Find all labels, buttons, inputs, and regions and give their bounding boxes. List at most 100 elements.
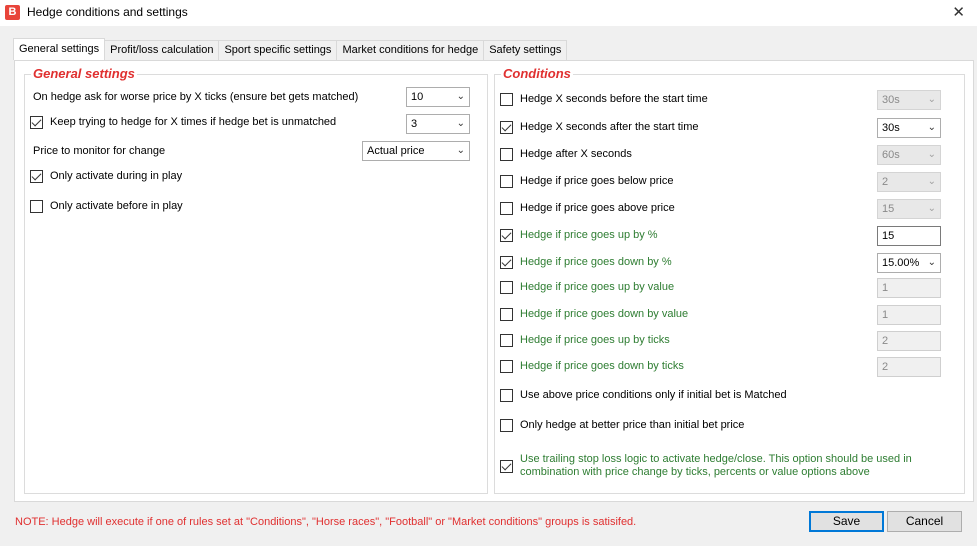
- condition-1-label: Hedge X seconds before the start time: [520, 93, 708, 105]
- condition-9-checkbox[interactable]: [500, 307, 513, 321]
- trailing-stop-checkbox[interactable]: [500, 459, 513, 473]
- condition-4-label: Hedge if price goes below price: [520, 175, 674, 187]
- only-in-play-row: Only activate during in play: [30, 166, 182, 186]
- condition-2-row: Hedge X seconds after the start time: [500, 117, 699, 137]
- condition-11-input: 2: [877, 357, 941, 377]
- tab-general-settings[interactable]: General settings: [13, 38, 106, 60]
- condition-5-checkbox[interactable]: [500, 201, 513, 215]
- worse-price-ticks-select[interactable]: 10 ⌄: [406, 87, 470, 107]
- condition-8-row: Hedge if price goes up by value: [500, 277, 674, 297]
- condition-10-row: Hedge if price goes up by ticks: [500, 330, 670, 350]
- condition-1-checkbox[interactable]: [500, 92, 513, 106]
- condition-4-value: 2: [882, 176, 889, 188]
- price-monitor-label: Price to monitor for change: [33, 145, 166, 157]
- trailing-stop-label-line2: combination with price change by ticks, …: [520, 466, 870, 478]
- condition-3-value: 60s: [882, 149, 900, 161]
- condition-7-checkbox[interactable]: [500, 255, 513, 269]
- condition-10-input: 2: [877, 331, 941, 351]
- condition-8-input: 1: [877, 278, 941, 298]
- condition-3-select: 60s ⌄: [877, 145, 941, 165]
- condition-9-row: Hedge if price goes down by value: [500, 304, 688, 324]
- condition-6-checkbox[interactable]: [500, 228, 513, 242]
- price-monitor-select[interactable]: Actual price ⌄: [362, 141, 470, 161]
- condition-4-row: Hedge if price goes below price: [500, 171, 673, 191]
- cancel-button[interactable]: Cancel: [887, 511, 962, 532]
- trailing-stop-row: Use trailing stop loss logic to activate…: [500, 453, 912, 479]
- keep-trying-label: Keep trying to hedge for X times if hedg…: [50, 116, 337, 128]
- condition-1-select: 30s ⌄: [877, 90, 941, 110]
- condition-1-row: Hedge X seconds before the start time: [500, 89, 708, 109]
- condition-11-label: Hedge if price goes down by ticks: [520, 360, 684, 372]
- condition-10-checkbox[interactable]: [500, 333, 513, 347]
- condition-6-input[interactable]: 15: [877, 226, 941, 246]
- condition-2-select[interactable]: 30s ⌄: [877, 118, 941, 138]
- condition-8-checkbox[interactable]: [500, 280, 513, 294]
- condition-4-checkbox[interactable]: [500, 174, 513, 188]
- condition-2-value: 30s: [882, 122, 900, 134]
- condition-6-row: Hedge if price goes up by %: [500, 225, 658, 245]
- tab-panel: General settings On hedge ask for worse …: [14, 60, 974, 502]
- condition-5-row: Hedge if price goes above price: [500, 198, 675, 218]
- worse-price-label: On hedge ask for worse price by X ticks …: [33, 91, 359, 103]
- condition-7-row: Hedge if price goes down by %: [500, 252, 672, 272]
- tab-sport-specific[interactable]: Sport specific settings: [218, 40, 338, 60]
- only-before-play-row: Only activate before in play: [30, 196, 183, 216]
- footer-note: NOTE: Hedge will execute if one of rules…: [15, 516, 637, 528]
- only-before-play-label: Only activate before in play: [50, 200, 183, 212]
- tab-strip: General settings Profit/loss calculation…: [13, 38, 568, 60]
- only-in-play-label: Only activate during in play: [50, 170, 183, 182]
- window-title: Hedge conditions and settings: [27, 5, 188, 19]
- keep-trying-times-select[interactable]: 3 ⌄: [406, 114, 470, 134]
- worse-price-ticks-value: 10: [411, 91, 424, 103]
- price-monitor-value: Actual price: [367, 145, 425, 157]
- keep-trying-checkbox[interactable]: [30, 115, 43, 129]
- chevron-down-icon: ⌄: [927, 257, 936, 268]
- condition-3-checkbox[interactable]: [500, 147, 513, 161]
- condition-10-label: Hedge if price goes up by ticks: [520, 334, 670, 346]
- tab-safety-settings[interactable]: Safety settings: [483, 40, 568, 60]
- worse-price-row: On hedge ask for worse price by X ticks …: [33, 87, 358, 107]
- condition-3-row: Hedge after X seconds: [500, 144, 632, 164]
- condition-9-label: Hedge if price goes down by value: [520, 308, 689, 320]
- close-icon[interactable]: ✕: [952, 3, 965, 21]
- tab-market-conditions[interactable]: Market conditions for hedge: [336, 40, 485, 60]
- tab-profit-loss[interactable]: Profit/loss calculation: [104, 40, 220, 60]
- condition-4-select: 2 ⌄: [877, 172, 941, 192]
- trailing-stop-label: Use trailing stop loss logic to activate…: [520, 453, 912, 479]
- condition-1-value: 30s: [882, 94, 900, 106]
- conditions-heading: Conditions: [501, 66, 573, 81]
- condition-11-checkbox[interactable]: [500, 359, 513, 373]
- keep-trying-row: Keep trying to hedge for X times if hedg…: [30, 112, 336, 132]
- better-price-row: Only hedge at better price than initial …: [500, 415, 744, 435]
- app-logo-icon: B: [5, 5, 20, 20]
- only-before-play-checkbox[interactable]: [30, 199, 43, 213]
- condition-5-select: 15 ⌄: [877, 199, 941, 219]
- chevron-down-icon: ⌄: [927, 122, 936, 133]
- matched-only-checkbox[interactable]: [500, 388, 513, 402]
- condition-6-label: Hedge if price goes up by %: [520, 229, 658, 241]
- condition-2-label: Hedge X seconds after the start time: [520, 121, 699, 133]
- chevron-down-icon: ⌄: [927, 94, 936, 105]
- matched-only-row: Use above price conditions only if initi…: [500, 385, 787, 405]
- condition-7-value: 15.00%: [882, 257, 920, 269]
- condition-2-checkbox[interactable]: [500, 120, 513, 134]
- condition-7-label: Hedge if price goes down by %: [520, 256, 672, 268]
- save-button[interactable]: Save: [809, 511, 884, 532]
- price-monitor-row: Price to monitor for change: [33, 141, 165, 161]
- chevron-down-icon: ⌄: [456, 145, 465, 156]
- matched-only-label: Use above price conditions only if initi…: [520, 389, 787, 401]
- condition-5-value: 15: [882, 203, 895, 215]
- better-price-checkbox[interactable]: [500, 418, 513, 432]
- general-settings-group: General settings On hedge ask for worse …: [24, 66, 488, 494]
- chevron-down-icon: ⌄: [927, 149, 936, 160]
- condition-8-label: Hedge if price goes up by value: [520, 281, 675, 293]
- condition-7-select[interactable]: 15.00% ⌄: [877, 253, 941, 273]
- chevron-down-icon: ⌄: [456, 118, 465, 129]
- conditions-group: Conditions Hedge X seconds before the st…: [494, 66, 965, 494]
- trailing-stop-label-line1: Use trailing stop loss logic to activate…: [520, 453, 912, 465]
- condition-11-row: Hedge if price goes down by ticks: [500, 356, 684, 376]
- general-settings-heading: General settings: [31, 66, 137, 81]
- keep-trying-times-value: 3: [411, 118, 418, 130]
- only-in-play-checkbox[interactable]: [30, 169, 43, 183]
- condition-9-input: 1: [877, 305, 941, 325]
